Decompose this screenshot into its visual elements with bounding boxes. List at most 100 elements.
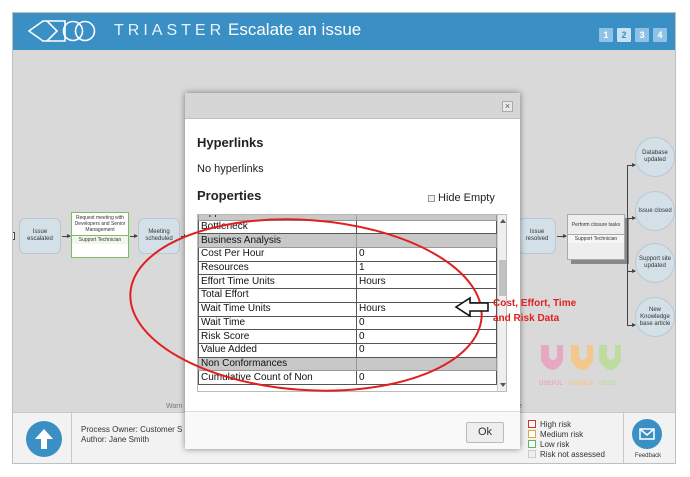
- up-arrow-icon: [35, 429, 53, 449]
- property-key: Total Effort: [198, 288, 357, 303]
- annotation-text: Cost, Effort, Time and Risk Data: [493, 298, 577, 324]
- dialog-titlebar[interactable]: ×: [185, 93, 520, 119]
- uuu-logo-icon: [541, 345, 621, 370]
- property-row: Risk Score 0: [198, 329, 497, 344]
- flow-arrow: [557, 234, 567, 238]
- property-key: Business Analysis: [198, 233, 357, 249]
- scroll-thumb[interactable]: [499, 260, 506, 296]
- property-section-row: Non Conformances: [198, 356, 497, 372]
- property-value: 0: [356, 342, 497, 358]
- scroll-up-icon[interactable]: [500, 219, 506, 223]
- property-key: Wait Time: [198, 315, 357, 331]
- node-perform-closure-label: Perform closure tasks: [571, 222, 621, 228]
- property-key: Risk Score: [198, 329, 357, 344]
- property-value: 0: [356, 329, 497, 344]
- no-hyperlinks-text: No hyperlinks: [197, 163, 264, 175]
- property-value: [356, 356, 497, 372]
- property-key: Cost Per Hour: [198, 247, 357, 262]
- legend-swatch: [528, 450, 536, 458]
- property-row: Wait Time 0: [198, 315, 497, 331]
- node-request-meeting-label: Request meeting with Developers and Seni…: [74, 215, 126, 233]
- divider: [71, 413, 72, 463]
- legend-swatch: [528, 420, 536, 428]
- useful-usable-used-badge: USEFUL USABLE USED: [539, 343, 629, 393]
- page-button-1[interactable]: 1: [599, 28, 613, 42]
- app-frame: TRIASTER Escalate an issue 1 2 3 4 Issue…: [12, 12, 676, 464]
- feedback-button[interactable]: [632, 419, 662, 449]
- node-request-meeting[interactable]: Request meeting with Developers and Seni…: [71, 212, 129, 258]
- page-title: Escalate an issue: [228, 20, 362, 39]
- hide-empty-label: Hide Empty: [438, 192, 495, 204]
- node-issue-resolved[interactable]: Issue resolved: [518, 218, 556, 254]
- property-row: Wait Time Units Hours: [198, 301, 497, 317]
- property-key: Resources: [198, 260, 357, 276]
- flow-branch-line: [627, 165, 628, 325]
- checkbox-box[interactable]: [428, 194, 435, 202]
- property-value: 0: [356, 247, 497, 262]
- legend-label: High risk: [540, 419, 572, 429]
- process-owner-info: Process Owner: Customer S Author: Jane S…: [81, 425, 182, 445]
- start-marker: [13, 232, 15, 240]
- risk-legend: High risk Medium risk Low risk Risk not …: [528, 419, 605, 459]
- divider: [623, 413, 624, 463]
- node-issue-escalated[interactable]: Issue escalated: [19, 218, 61, 254]
- flow-arrow: [627, 269, 636, 273]
- page-button-4[interactable]: 4: [653, 28, 667, 42]
- property-row: Bottleneck: [198, 219, 497, 235]
- legend-label: Medium risk: [540, 429, 584, 439]
- legend-label: Risk not assessed: [540, 449, 605, 459]
- useful-label: USEFUL: [539, 381, 563, 387]
- property-key: Non Conformances: [198, 356, 357, 372]
- property-value: Hours: [356, 274, 497, 290]
- warning-text-fragment: Warn: [166, 403, 183, 410]
- legend-swatch: [528, 430, 536, 438]
- node-meeting-scheduled[interactable]: Meeting scheduled: [138, 218, 180, 254]
- triaster-logo-icon: [27, 20, 96, 42]
- property-row: Cost Per Hour 0: [198, 247, 497, 262]
- property-value: [356, 288, 497, 303]
- legend-medium-risk: Medium risk: [528, 429, 605, 439]
- flow-arrow: [130, 234, 138, 238]
- page-button-3[interactable]: 3: [635, 28, 649, 42]
- node-database-updated[interactable]: Database updated: [635, 137, 675, 177]
- node-perform-closure-role: Support Technician: [568, 234, 624, 243]
- ok-button[interactable]: Ok: [466, 422, 504, 443]
- legend-risk-not-assessed: Risk not assessed: [528, 449, 605, 459]
- property-row: Effort Time Units Hours: [198, 274, 497, 290]
- scroll-down-icon[interactable]: [500, 383, 506, 387]
- property-value: [356, 219, 497, 235]
- flow-arrow: [627, 216, 636, 220]
- property-section-row: Business Analysis: [198, 233, 497, 249]
- property-value: Hours: [356, 301, 497, 317]
- node-new-kb-article[interactable]: New Knowledge base article: [635, 297, 675, 337]
- properties-dialog: × Hyperlinks No hyperlinks Properties Hi…: [185, 93, 520, 449]
- property-key: Value Added: [198, 342, 357, 358]
- property-value: 0: [356, 370, 497, 385]
- home-button[interactable]: [26, 421, 62, 457]
- brand-name: TRIASTER: [114, 22, 226, 39]
- node-perform-closure[interactable]: Perform closure tasks Support Technician: [567, 214, 625, 260]
- property-row: Resources 1: [198, 260, 497, 276]
- properties-heading: Properties: [197, 188, 262, 203]
- envelope-icon: [639, 428, 655, 440]
- dialog-footer: Ok: [185, 411, 520, 449]
- node-issue-closed[interactable]: Issue closed: [635, 191, 675, 231]
- property-row: Value Added 0: [198, 342, 497, 358]
- hide-empty-checkbox[interactable]: Hide Empty: [428, 192, 495, 204]
- author-text: Author: Jane Smith: [81, 435, 150, 444]
- property-value: 1: [356, 260, 497, 276]
- property-row: Cumulative Count of Non 0: [198, 370, 497, 385]
- usable-label: USABLE: [569, 381, 594, 387]
- flow-arrow: [62, 234, 71, 238]
- process-owner-text: Process Owner: Customer S: [81, 425, 183, 434]
- property-key: Effort Time Units: [198, 274, 357, 290]
- property-key: Cumulative Count of Non: [198, 370, 357, 385]
- property-value: 0: [356, 315, 497, 331]
- used-label: USED: [599, 381, 616, 387]
- legend-high-risk: High risk: [528, 419, 605, 429]
- node-support-site-updated[interactable]: Support site updated: [635, 243, 675, 283]
- close-icon[interactable]: ×: [502, 101, 513, 112]
- property-row: Total Effort: [198, 288, 497, 303]
- page-button-2[interactable]: 2: [617, 28, 631, 42]
- property-value: [356, 233, 497, 249]
